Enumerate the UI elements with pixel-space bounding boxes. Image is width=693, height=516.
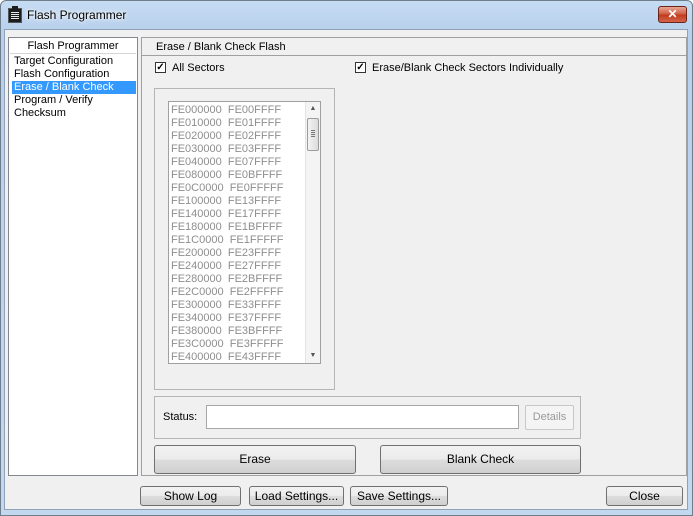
blank-check-button[interactable]: Blank Check [380, 445, 581, 474]
sidebar-tree: Flash Programmer Target Configuration Fl… [8, 37, 138, 476]
sector-row[interactable]: FE030000 FE03FFFF [171, 143, 281, 156]
client-area: Flash Programmer Target Configuration Fl… [4, 29, 688, 510]
sector-row[interactable]: FE3C0000 FE3FFFFF [171, 338, 283, 351]
window-title: Flash Programmer [27, 8, 127, 22]
sidebar-item-erase-blank-check[interactable]: Erase / Blank Check [12, 81, 136, 94]
sector-row[interactable]: FE080000 FE0BFFFF [171, 169, 282, 182]
sector-list-group: FE000000 FE00FFFF FE010000 FE01FFFF FE0200… [154, 88, 335, 390]
sector-row[interactable]: FE020000 FE02FFFF [171, 130, 281, 143]
individually-label: Erase/Blank Check Sectors Individually [372, 62, 564, 74]
panel-title: Erase / Blank Check Flash [156, 41, 286, 53]
sector-row[interactable]: FE010000 FE01FFFF [171, 117, 281, 130]
sidebar-item-target-configuration[interactable]: Target Configuration [12, 55, 136, 68]
scroll-up-arrow-icon[interactable]: ▲ [306, 102, 320, 116]
erase-blank-check-panel: Erase / Blank Check Flash ✓ All Sectors … [141, 37, 687, 476]
app-icon [8, 6, 22, 23]
close-button[interactable]: Close [606, 486, 683, 506]
scroll-thumb[interactable] [307, 118, 319, 151]
sector-row[interactable]: FE000000 FE00FFFF [171, 104, 281, 117]
sector-row[interactable]: FE280000 FE2BFFFF [171, 273, 282, 286]
sidebar-item-checksum[interactable]: Checksum [12, 107, 136, 120]
show-log-button[interactable]: Show Log [140, 486, 241, 506]
sector-row[interactable]: FE140000 FE17FFFF [171, 208, 281, 221]
sector-row[interactable]: FE180000 FE1BFFFF [171, 221, 282, 234]
all-sectors-checkbox[interactable]: ✓ [155, 62, 166, 73]
sector-listbox[interactable]: FE000000 FE00FFFF FE010000 FE01FFFF FE0200… [168, 101, 321, 364]
status-group: Status: Details [154, 396, 581, 439]
sector-list-scrollbar[interactable]: ▲ ▼ [305, 102, 320, 363]
save-settings-button[interactable]: Save Settings... [350, 486, 448, 506]
sector-row[interactable]: FE200000 FE23FFFF [171, 247, 281, 260]
sidebar-item-program-verify[interactable]: Program / Verify [12, 94, 136, 107]
details-button[interactable]: Details [525, 405, 574, 430]
sector-row[interactable]: FE400000 FE43FFFF [171, 351, 281, 363]
panel-title-divider [142, 55, 686, 56]
close-window-button[interactable]: ✕ [658, 6, 687, 23]
sector-row[interactable]: FE2C0000 FE2FFFFF [171, 286, 283, 299]
sector-row[interactable]: FE040000 FE07FFFF [171, 156, 281, 169]
title-bar[interactable]: Flash Programmer ✕ [1, 1, 692, 29]
sector-row[interactable]: FE340000 FE37FFFF [171, 312, 281, 325]
sector-row[interactable]: FE1C0000 FE1FFFFF [171, 234, 283, 247]
status-field [206, 405, 519, 429]
sector-row[interactable]: FE300000 FE33FFFF [171, 299, 281, 312]
sector-row[interactable]: FE240000 FE27FFFF [171, 260, 281, 273]
load-settings-button[interactable]: Load Settings... [249, 486, 344, 506]
scroll-down-arrow-icon[interactable]: ▼ [306, 349, 320, 363]
sector-row[interactable]: FE0C0000 FE0FFFFF [171, 182, 283, 195]
erase-button[interactable]: Erase [154, 445, 356, 474]
sidebar-header: Flash Programmer [10, 39, 136, 54]
sector-row[interactable]: FE380000 FE3BFFFF [171, 325, 282, 338]
flash-programmer-window: Flash Programmer ✕ Flash Programmer Targ… [0, 0, 693, 516]
all-sectors-label: All Sectors [172, 62, 225, 74]
sector-row[interactable]: FE100000 FE13FFFF [171, 195, 281, 208]
status-label: Status: [163, 411, 198, 423]
individually-checkbox[interactable]: ✓ [355, 62, 366, 73]
sidebar-item-flash-configuration[interactable]: Flash Configuration [12, 68, 136, 81]
